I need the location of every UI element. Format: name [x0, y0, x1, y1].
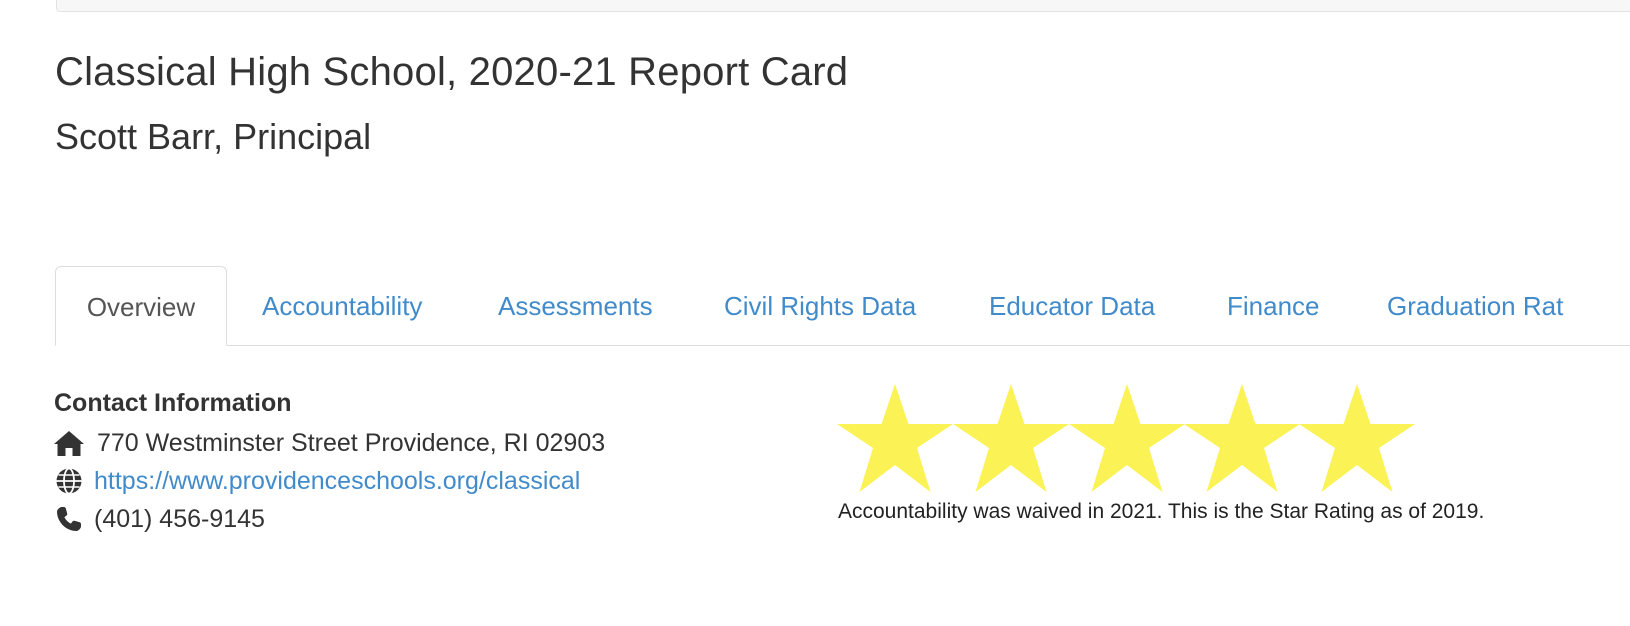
star-icon-5: [1298, 382, 1416, 494]
home-icon: [52, 426, 86, 460]
tab-overview[interactable]: Overview: [55, 266, 227, 346]
star-rating-note: Accountability was waived in 2021. This …: [838, 500, 1485, 523]
top-panel-edge: [56, 0, 1630, 12]
star-icon-4: [1183, 382, 1301, 494]
phone-text: (401) 456-9145: [94, 504, 265, 533]
tab-civil-rights-data[interactable]: Civil Rights Data: [724, 266, 916, 345]
phone-icon: [52, 502, 86, 536]
tab-finance[interactable]: Finance: [1227, 266, 1320, 345]
report-card-tabs: Overview Accountability Assessments Civi…: [55, 266, 1630, 346]
tab-educator-data[interactable]: Educator Data: [989, 266, 1155, 345]
tab-accountability[interactable]: Accountability: [262, 266, 422, 345]
star-icon-1: [836, 382, 954, 494]
page-title: Classical High School, 2020-21 Report Ca…: [55, 50, 849, 94]
star-icon-2: [952, 382, 1070, 494]
address-text: 770 Westminster Street Providence, RI 02…: [97, 428, 606, 457]
website-link[interactable]: https://www.providenceschools.org/classi…: [94, 467, 580, 496]
contact-address: 770 Westminster Street Providence, RI 02…: [52, 426, 605, 460]
globe-icon: [52, 464, 86, 498]
contact-website: https://www.providenceschools.org/classi…: [52, 464, 580, 498]
principal-name: Scott Barr, Principal: [55, 116, 372, 157]
contact-phone: (401) 456-9145: [52, 502, 265, 536]
tab-graduation-rate[interactable]: Graduation Rat: [1387, 266, 1563, 345]
star-rating: [836, 382, 1416, 494]
star-icon-3: [1068, 382, 1186, 494]
tab-assessments[interactable]: Assessments: [498, 266, 653, 345]
contact-heading: Contact Information: [54, 389, 292, 417]
